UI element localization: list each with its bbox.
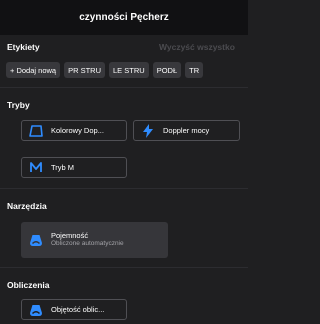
divider <box>0 267 248 268</box>
mode-label: Kolorowy Dop... <box>51 126 104 135</box>
power-doppler-button[interactable]: Doppler mocy <box>133 120 240 141</box>
lightning-icon <box>141 123 155 138</box>
tool-title: Pojemność <box>51 231 89 241</box>
header-bar: czynności Pęcherz <box>0 0 248 35</box>
divider <box>0 87 248 88</box>
m-mode-icon <box>29 161 43 175</box>
divider <box>0 188 248 189</box>
label-chip-podl[interactable]: PODŁ <box>152 62 182 78</box>
page-title: czynności Pęcherz <box>79 12 169 23</box>
mode-label: Doppler mocy <box>163 126 210 135</box>
bladder-icon <box>29 303 43 317</box>
add-label-chip[interactable]: + Dodaj nową <box>6 62 61 78</box>
bladder-icon <box>29 233 43 247</box>
modes-section-title: Tryby <box>7 100 30 110</box>
calculations-section-title: Obliczenia <box>7 280 50 290</box>
tools-section-title: Narzędzia <box>7 201 47 211</box>
labels-section-title: Etykiety <box>7 42 40 52</box>
label-chip-le-stru[interactable]: LE STRU <box>109 62 149 78</box>
capacity-tool-card[interactable]: Pojemność Obliczone automatycznie <box>21 222 168 258</box>
tool-subtitle: Obliczone automatycznie <box>51 240 124 248</box>
calculation-label: Objętość oblic... <box>51 305 105 314</box>
color-doppler-button[interactable]: Kolorowy Dop... <box>21 120 127 141</box>
labels-chip-row: + Dodaj nową PR STRU LE STRU PODŁ TR <box>6 62 204 78</box>
mode-label: Tryb M <box>51 163 75 172</box>
label-chip-tr[interactable]: TR <box>185 62 204 78</box>
tool-text: Pojemność Obliczone automatycznie <box>51 231 124 248</box>
volume-calculation-button[interactable]: Objętość oblic... <box>21 299 127 320</box>
clear-all-button[interactable]: Wyczyść wszystko <box>159 42 235 52</box>
color-doppler-icon <box>29 124 43 138</box>
m-mode-button[interactable]: Tryb M <box>21 157 127 178</box>
label-chip-pr-stru[interactable]: PR STRU <box>64 62 105 78</box>
